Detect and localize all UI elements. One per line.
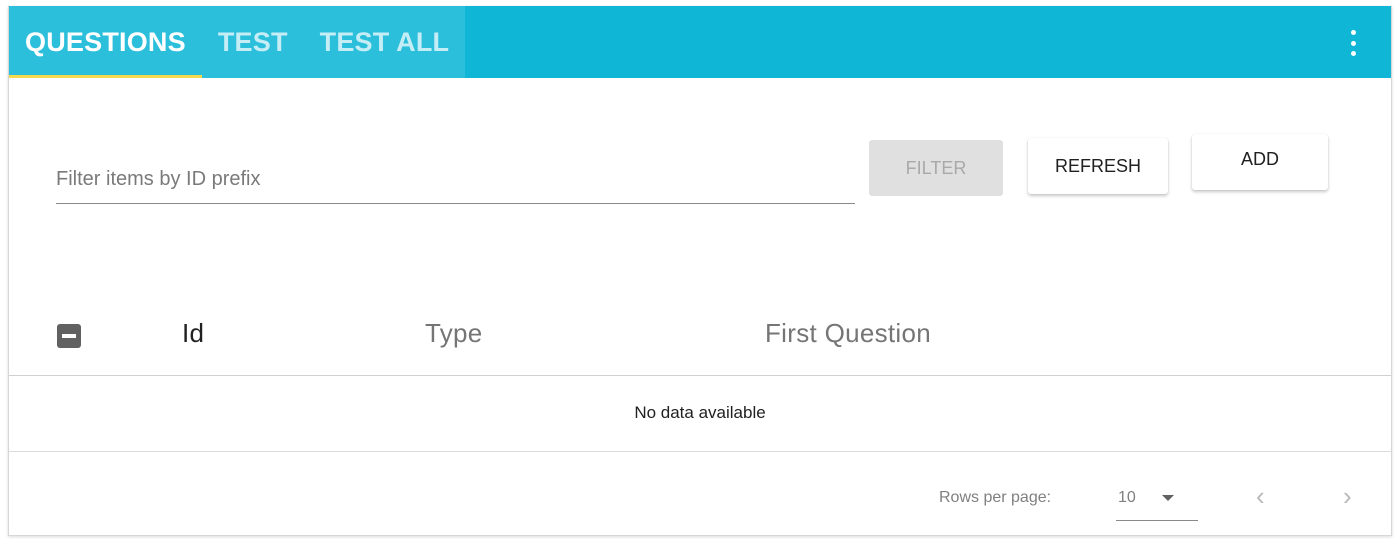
add-button[interactable]: ADD [1192, 134, 1328, 190]
more-vert-icon[interactable] [1349, 30, 1357, 56]
filter-button[interactable]: FILTER [869, 140, 1003, 196]
rows-per-page-value: 10 [1118, 489, 1136, 506]
tab-questions[interactable]: QUESTIONS [9, 6, 202, 78]
rows-per-page-label: Rows per page: [939, 489, 1052, 506]
questions-panel: QUESTIONS TEST TEST ALL FILTER REFRESH A… [8, 6, 1392, 536]
tab-test[interactable]: TEST [202, 6, 304, 78]
chevron-right-icon[interactable]: › [1343, 483, 1352, 509]
tab-list: QUESTIONS TEST TEST ALL [9, 6, 466, 78]
refresh-button[interactable]: REFRESH [1028, 138, 1168, 194]
dot [1350, 30, 1356, 35]
table-footer: Rows per page: 10 ‹ › [9, 453, 1391, 535]
column-header-id[interactable]: Id [182, 318, 204, 349]
column-header-first-question[interactable]: First Question [765, 318, 931, 349]
chevron-left-icon[interactable]: ‹ [1256, 483, 1265, 509]
table-empty-row: No data available [9, 377, 1391, 452]
select-all-checkbox[interactable] [57, 324, 81, 348]
arrow-drop-down-icon [1162, 495, 1174, 501]
rows-per-page-select[interactable]: 10 [1116, 479, 1198, 521]
tab-test-all[interactable]: TEST ALL [304, 6, 466, 78]
empty-message: No data available [634, 403, 766, 422]
filter-field [56, 156, 855, 204]
filter-input[interactable] [56, 156, 855, 202]
dot [1350, 51, 1356, 56]
table-header: Id Type First Question [9, 298, 1391, 376]
tab-bar: QUESTIONS TEST TEST ALL [9, 6, 1391, 78]
column-header-type[interactable]: Type [425, 318, 483, 349]
dot [1350, 40, 1356, 46]
